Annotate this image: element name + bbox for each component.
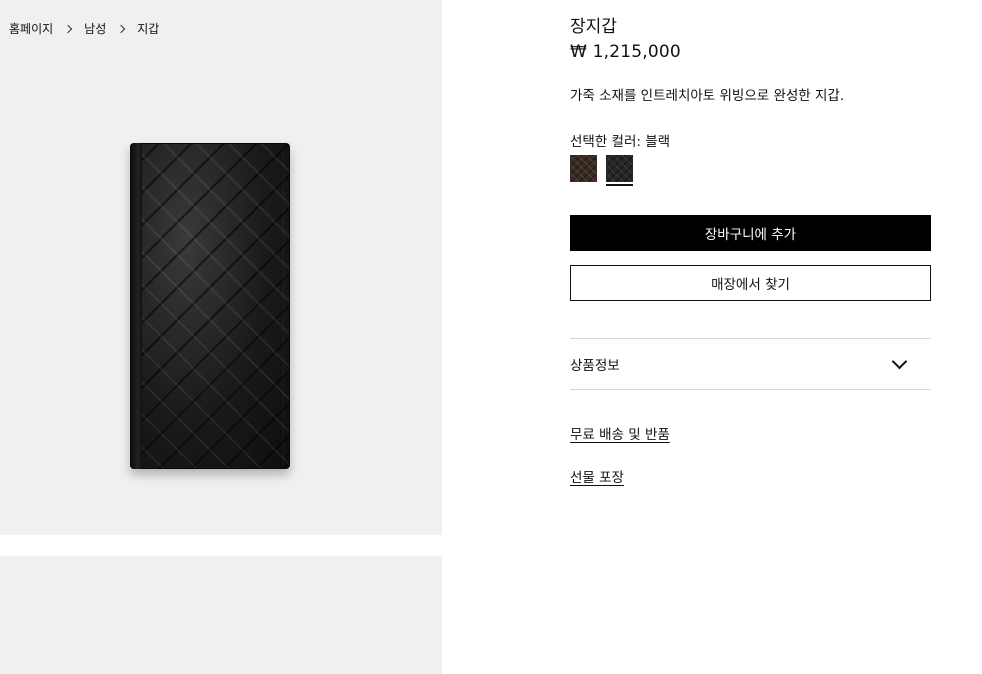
- color-swatches: [570, 155, 633, 186]
- product-image-secondary[interactable]: [0, 556, 442, 674]
- product-image-main[interactable]: 홈페이지 남성 지갑: [0, 0, 442, 535]
- wallet-product-image: [130, 143, 290, 469]
- color-swatch-brown[interactable]: [570, 155, 597, 182]
- product-info-accordion[interactable]: 상품정보: [570, 338, 931, 390]
- color-swatch-black[interactable]: [606, 155, 633, 186]
- accordion-label: 상품정보: [570, 358, 620, 374]
- breadcrumb-wallets[interactable]: 지갑: [137, 20, 159, 37]
- wallet-flap: [130, 143, 142, 469]
- breadcrumb: 홈페이지 남성 지갑: [9, 20, 159, 37]
- selected-color-label: 선택한 컬러: 블랙: [570, 134, 671, 150]
- find-in-store-button[interactable]: 매장에서 찾기: [570, 265, 931, 301]
- breadcrumb-men[interactable]: 남성: [84, 20, 106, 37]
- free-shipping-returns-link[interactable]: 무료 배송 및 반품: [570, 423, 670, 443]
- product-page: 홈페이지 남성 지갑 장지갑 ₩ 1,215,000 가죽 소재를 인트레치아토…: [0, 0, 982, 674]
- product-description: 가죽 소재를 인트레치아토 위빙으로 완성한 지갑.: [570, 88, 845, 104]
- add-to-bag-button[interactable]: 장바구니에 추가: [570, 215, 931, 251]
- breadcrumb-home[interactable]: 홈페이지: [9, 20, 53, 37]
- chevron-right-icon: [63, 24, 73, 33]
- product-title: 장지갑: [570, 17, 617, 37]
- chevron-down-icon: [891, 353, 908, 369]
- gift-wrap-link[interactable]: 선물 포장: [570, 466, 624, 486]
- product-price: ₩ 1,215,000: [570, 42, 681, 62]
- chevron-right-icon: [117, 24, 126, 33]
